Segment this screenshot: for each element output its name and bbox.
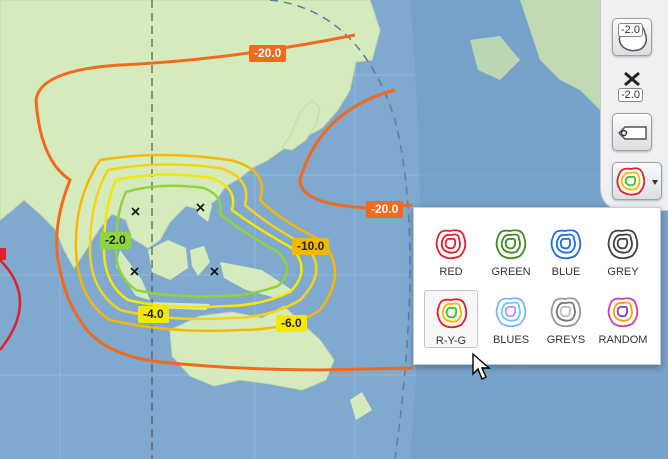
palette-swatch-icon [550, 229, 582, 260]
palette-option-label: BLUE [551, 266, 581, 278]
palette-swatch-icon [435, 229, 467, 260]
palette-option-label: GREYS [546, 334, 586, 346]
palette-option-grey[interactable]: GREY [596, 222, 650, 280]
remove-value-badge: -2.0 [618, 88, 643, 102]
palette-option-random[interactable]: RANDOM [596, 290, 650, 348]
palette-option-label: GREEN [491, 266, 531, 278]
contour-label: -20.0 [249, 45, 287, 62]
palette-option-label: BLUES [492, 334, 530, 346]
palette-option-green[interactable]: GREEN [484, 222, 538, 280]
palette-swatch-icon [607, 229, 639, 260]
palette-swatch-icon [436, 298, 468, 329]
tag-icon [617, 126, 647, 140]
palette-option-label: RED [439, 266, 463, 278]
palette-option-label: GREY [607, 266, 639, 278]
palette-option-red[interactable]: RED [424, 222, 478, 280]
remove-contour-button[interactable]: -2.0 [612, 66, 652, 104]
mouse-cursor-icon [472, 352, 491, 380]
contour-value-badge: -2.0 [618, 23, 643, 37]
palette-dropdown-button[interactable] [612, 162, 662, 200]
palette-option-greys[interactable]: GREYS [539, 290, 593, 348]
contour-label: -4.0 [138, 306, 169, 323]
contour-label: -10.0 [292, 238, 330, 255]
scissors-x-icon [624, 71, 640, 87]
contour-label: -6.0 [276, 315, 307, 332]
contour-value-button[interactable]: -2.0 [612, 18, 652, 56]
label-tag-button[interactable] [612, 113, 652, 151]
palette-swatch-icon [550, 297, 582, 328]
palette-option-r-y-g[interactable]: R-Y-G [424, 290, 478, 348]
palette-option-blues[interactable]: BLUES [484, 290, 538, 348]
palette-swatch-icon [607, 297, 639, 328]
contour-label: -20.0 [366, 201, 404, 218]
palette-swatch-icon [495, 297, 527, 328]
contour-label: -2.0 [100, 232, 131, 249]
palette-option-label: RANDOM [598, 334, 648, 346]
palette-swatch-icon [495, 229, 527, 260]
palette-menu: RED GREEN BLUE GREY R-Y-G BLUES GREYS RANDOM [413, 207, 661, 365]
ryg-palette-icon [616, 167, 658, 196]
palette-option-blue[interactable]: BLUE [539, 222, 593, 280]
palette-option-label: R-Y-G [435, 335, 467, 347]
